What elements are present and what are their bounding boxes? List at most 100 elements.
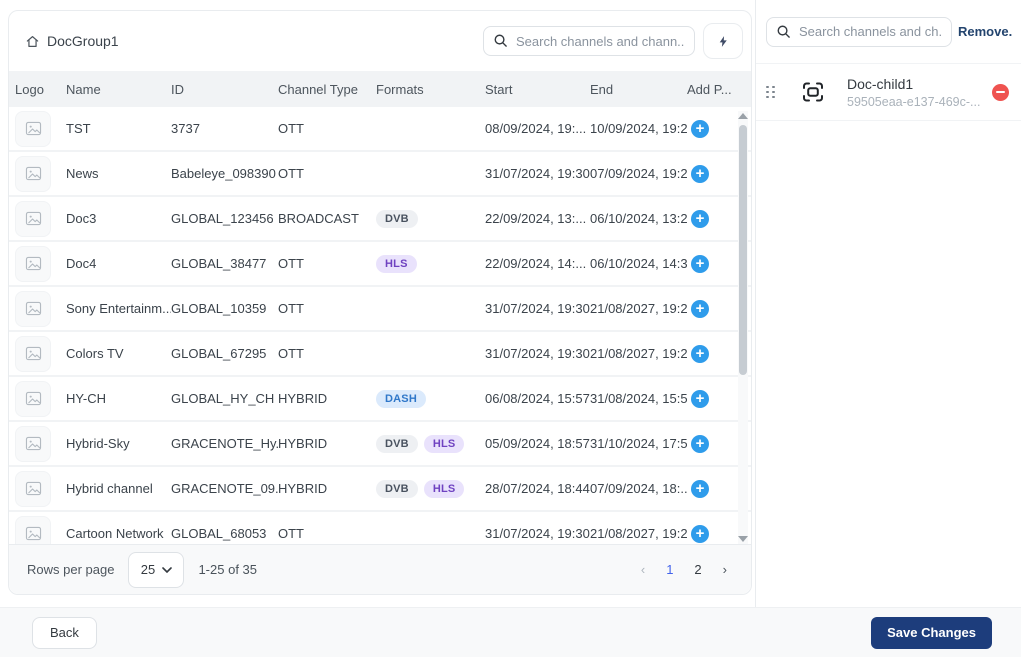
action-footer: Back Save Changes [0, 607, 1021, 657]
channels-search [483, 26, 695, 56]
channels-search-input[interactable] [483, 26, 695, 56]
save-changes-button[interactable]: Save Changes [871, 617, 992, 649]
rows-per-page-label: Rows per page [27, 562, 114, 577]
lightning-icon [717, 35, 730, 48]
channel-name: Hybrid-Sky [66, 436, 171, 451]
format-badge-hls: HLS [424, 435, 465, 453]
table-row[interactable]: Doc4 GLOBAL_38477 OTT HLS 22/09/2024, 14… [9, 242, 751, 287]
channel-name: Doc3 [66, 211, 171, 226]
channel-type: OTT [278, 166, 376, 181]
add-channel-button[interactable]: + [691, 525, 709, 543]
table-row[interactable]: Hybrid-Sky GRACENOTE_Hy... HYBRID DVBHLS… [9, 422, 751, 467]
selected-search-input[interactable] [766, 17, 952, 47]
pagination-bar: Rows per page 25 1-25 of 35 ‹ 1 2 › [9, 544, 751, 594]
channel-formats: DVBHLS [376, 435, 485, 453]
logo-cell [15, 516, 66, 545]
scrollbar-thumb[interactable] [739, 125, 747, 375]
chevron-down-icon [162, 567, 172, 573]
add-channel-button[interactable]: + [691, 120, 709, 138]
pagination-prev[interactable]: ‹ [641, 562, 645, 577]
channel-id: GLOBAL_123456 [171, 211, 278, 226]
selected-panel-header: Remove... [756, 0, 1021, 64]
channel-name: TST [66, 121, 171, 136]
channel-formats: DVBHLS [376, 480, 485, 498]
channel-type: HYBRID [278, 481, 376, 496]
add-channel-button[interactable]: + [691, 345, 709, 363]
format-badge-dvb: DVB [376, 210, 418, 228]
channel-group-icon [801, 80, 825, 104]
channel-type: OTT [278, 301, 376, 316]
group-title: DocGroup1 [25, 33, 119, 49]
channel-type: HYBRID [278, 391, 376, 406]
image-icon [25, 301, 42, 316]
table-row[interactable]: Cartoon Network GLOBAL_68053 OTT 31/07/2… [9, 512, 751, 544]
drag-handle-icon[interactable] [766, 86, 775, 99]
table-row[interactable]: News Babeleye_098390 OTT 31/07/2024, 19:… [9, 152, 751, 197]
column-header-id: ID [171, 82, 278, 97]
logo-placeholder [15, 291, 51, 327]
table-row[interactable]: Sony Entertainm... GLOBAL_10359 OTT 31/0… [9, 287, 751, 332]
channel-name: Hybrid channel [66, 481, 171, 496]
pagination-next[interactable]: › [723, 562, 727, 577]
add-channel-button[interactable]: + [691, 435, 709, 453]
table-scrollbar[interactable] [738, 111, 748, 544]
image-icon [25, 436, 42, 451]
remove-item-button[interactable] [992, 84, 1009, 101]
page-size-select[interactable]: 25 [128, 552, 184, 588]
channel-start: 31/07/2024, 19:30 [485, 526, 590, 541]
channel-start: 31/07/2024, 19:30 [485, 346, 590, 361]
logo-placeholder [15, 516, 51, 545]
logo-cell [15, 291, 66, 327]
logo-cell [15, 336, 66, 372]
add-channel-button[interactable]: + [691, 255, 709, 273]
scroll-down-arrow[interactable] [738, 536, 748, 542]
column-header-name: Name [66, 82, 171, 97]
channel-start: 31/07/2024, 19:30 [485, 166, 590, 181]
channel-id: GRACENOTE_Hy... [171, 436, 278, 451]
channel-start: 22/09/2024, 13:... [485, 211, 590, 226]
image-icon [25, 526, 42, 541]
channel-id: 3737 [171, 121, 278, 136]
column-header-channel-type: Channel Type [278, 82, 376, 97]
pagination-range: 1-25 of 35 [198, 562, 257, 577]
remove-all-link[interactable]: Remove... [958, 24, 1013, 39]
channel-type: OTT [278, 121, 376, 136]
pagination-page-2[interactable]: 2 [694, 562, 701, 577]
add-channel-button[interactable]: + [691, 480, 709, 498]
selected-item-name: Doc-child1 [847, 76, 984, 92]
channel-type: OTT [278, 346, 376, 361]
add-channel-button[interactable]: + [691, 165, 709, 183]
channel-name: Colors TV [66, 346, 171, 361]
logo-placeholder [15, 381, 51, 417]
channel-name: News [66, 166, 171, 181]
channel-type: OTT [278, 256, 376, 271]
add-channel-button[interactable]: + [691, 210, 709, 228]
channel-start: 28/07/2024, 18:44 [485, 481, 590, 496]
channel-start: 31/07/2024, 19:30 [485, 301, 590, 316]
table-row[interactable]: Doc3 GLOBAL_123456 BROADCAST DVB 22/09/2… [9, 197, 751, 242]
channel-end: 21/08/2027, 19:29 [590, 301, 687, 316]
logo-cell [15, 156, 66, 192]
logo-cell [15, 426, 66, 462]
scroll-up-arrow[interactable] [738, 113, 748, 119]
channel-end: 06/10/2024, 13:24 [590, 211, 687, 226]
quick-filter-button[interactable] [703, 23, 743, 59]
table-row[interactable]: HY-CH GLOBAL_HY_CH HYBRID DASH 06/08/202… [9, 377, 751, 422]
table-row[interactable]: Colors TV GLOBAL_67295 OTT 31/07/2024, 1… [9, 332, 751, 377]
add-channel-button[interactable]: + [691, 390, 709, 408]
table-row[interactable]: TST 3737 OTT 08/09/2024, 19:... 10/09/20… [9, 107, 751, 152]
selected-item-id: 59505eaa-e137-469c-... [847, 95, 984, 109]
add-channel-button[interactable]: + [691, 300, 709, 318]
pagination-page-1[interactable]: 1 [666, 562, 673, 577]
back-button[interactable]: Back [32, 617, 97, 649]
image-icon [25, 166, 42, 181]
table-body: TST 3737 OTT 08/09/2024, 19:... 10/09/20… [9, 107, 751, 544]
selected-search [766, 17, 952, 47]
channel-start: 22/09/2024, 14:... [485, 256, 590, 271]
page-size-value: 25 [141, 562, 155, 577]
channel-formats: DVB [376, 210, 485, 228]
channels-table-card: DocGroup1 LogoNameIDChannel TypeFormat [8, 10, 752, 595]
table-row[interactable]: Hybrid channel GRACENOTE_09... HYBRID DV… [9, 467, 751, 512]
channel-id: GLOBAL_38477 [171, 256, 278, 271]
selected-channel-item[interactable]: Doc-child1 59505eaa-e137-469c-... [756, 64, 1021, 121]
